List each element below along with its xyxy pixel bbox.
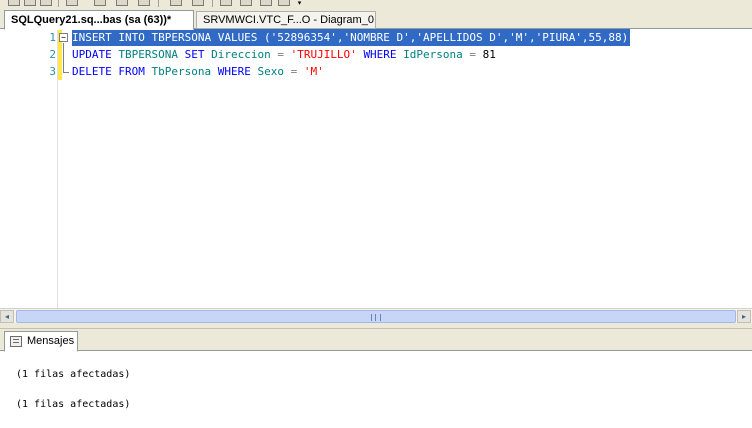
code-token: 'M'	[303, 65, 324, 78]
tab-sqlquery21[interactable]: SQLQuery21.sq...bas (sa (63))*	[4, 10, 194, 30]
horizontal-scrollbar[interactable]: ◂ ▸	[0, 308, 752, 323]
toolbar-button-icon[interactable]	[8, 0, 20, 6]
scroll-left-icon[interactable]: ◂	[0, 310, 14, 323]
toolbar-button-icon[interactable]	[66, 0, 78, 6]
code-token: IdPersona	[403, 48, 470, 61]
document-tab-strip: SQLQuery21.sq...bas (sa (63))* SRVMWCI.V…	[0, 8, 752, 30]
code-token: 'TRUJILLO'	[290, 48, 364, 61]
change-marker	[58, 63, 62, 80]
code-token: SET	[184, 48, 212, 61]
code-token: FROM	[118, 65, 152, 78]
ssms-window: ▾ SQLQuery21.sq...bas (sa (63))* SRVMWCI…	[0, 0, 752, 428]
line-number: 2	[49, 48, 56, 61]
outline-guide-end	[63, 72, 69, 73]
toolbar-button-icon[interactable]	[192, 0, 204, 6]
toolbar-button-icon[interactable]	[220, 0, 232, 6]
code-token: =	[277, 48, 291, 61]
code-token: =	[290, 65, 304, 78]
code-token: WHERE	[363, 48, 404, 61]
tab-mensajes[interactable]: Mensajes	[4, 331, 78, 352]
toolbar-button-icon[interactable]	[116, 0, 128, 6]
toolbar-separator	[58, 0, 59, 7]
code-token: TBPERSONA	[118, 48, 185, 61]
code-line-2[interactable]: UPDATE TBPERSONA SET Direccion = 'TRUJIL…	[72, 46, 496, 63]
code-token: =	[469, 48, 483, 61]
code-token: Sexo	[257, 65, 291, 78]
toolbar-button-icon[interactable]	[260, 0, 272, 6]
toolbar-button-icon[interactable]	[138, 0, 150, 6]
toolbar: ▾	[0, 0, 752, 8]
messages-pane[interactable]: (1 filas afectadas) (1 filas afectadas)	[0, 352, 752, 428]
toolbar-button-icon[interactable]	[240, 0, 252, 6]
line-number: 1	[49, 31, 56, 44]
tab-mensajes-label: Mensajes	[27, 335, 75, 347]
code-token: Direccion	[211, 48, 278, 61]
code-token: TbPersona	[151, 65, 218, 78]
scrollbar-grip	[371, 314, 381, 321]
toolbar-separator	[212, 0, 213, 7]
toolbar-button-icon[interactable]	[40, 0, 52, 6]
scroll-right-icon[interactable]: ▸	[737, 310, 751, 323]
toolbar-button-icon[interactable]	[170, 0, 182, 6]
line-number-gutter: 1 2 3	[0, 29, 58, 308]
message-line: (1 filas afectadas)	[16, 399, 131, 410]
code-token: DELETE	[72, 65, 119, 78]
outline-guide	[63, 43, 64, 73]
toolbar-button-icon[interactable]	[94, 0, 106, 6]
line-number: 3	[49, 65, 56, 78]
tab-diagram-0[interactable]: SRVMWCI.VTC_F...O - Diagram_0	[196, 11, 376, 29]
toolbar-button-icon[interactable]	[24, 0, 36, 6]
scrollbar-grip-line	[375, 314, 376, 321]
collapse-outline-icon[interactable]: −	[59, 33, 68, 42]
change-marker	[58, 46, 62, 63]
code-token: INSERT INTO TBPERSONA VALUES ('52896354'…	[72, 31, 629, 44]
code-line-3[interactable]: DELETE FROM TbPersona WHERE Sexo = 'M'	[72, 63, 324, 80]
query-editor[interactable]: 1 2 3 − INSERT INTO TBPERSONA VALUES ('5…	[0, 29, 752, 308]
messages-icon	[10, 336, 22, 347]
toolbar-more-icon[interactable]: ▾	[295, 0, 304, 7]
code-token: WHERE	[217, 65, 258, 78]
toolbar-separator	[158, 0, 159, 7]
message-line: (1 filas afectadas)	[16, 369, 131, 380]
code-token: UPDATE	[72, 48, 119, 61]
results-tab-strip: Mensajes	[0, 329, 752, 352]
code-line-1[interactable]: INSERT INTO TBPERSONA VALUES ('52896354'…	[72, 29, 631, 46]
scrollbar-thumb[interactable]	[16, 310, 736, 323]
toolbar-button-icon[interactable]	[278, 0, 290, 6]
code-token: 81	[482, 48, 496, 61]
